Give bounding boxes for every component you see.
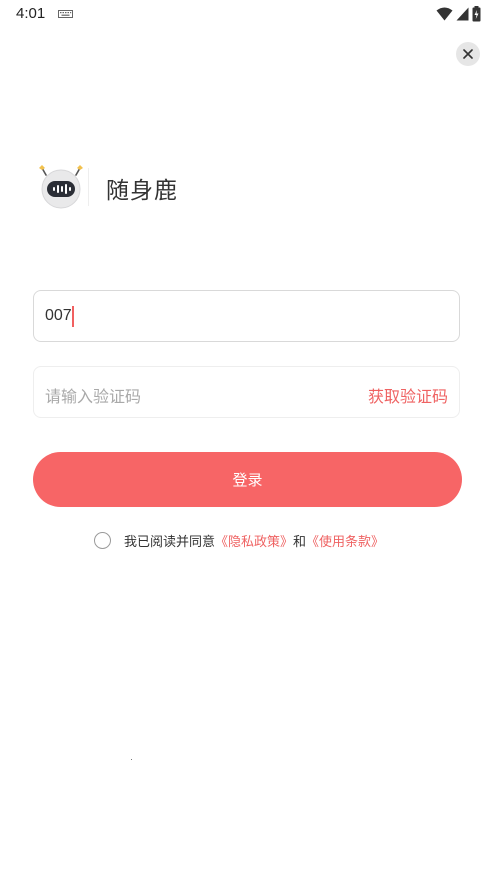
wifi-icon [436,7,453,21]
get-code-button[interactable]: 获取验证码 [368,383,448,407]
terms-of-use-link[interactable]: 《使用条款》 [306,531,384,550]
close-button[interactable] [456,42,480,66]
agreement-checkbox[interactable] [94,531,111,549]
close-icon [463,49,473,59]
logo-divider [88,168,89,206]
keyboard-icon [58,10,73,18]
status-time: 4:01 [16,5,46,22]
app-name: 随身鹿 [106,178,178,204]
stray-dot [131,759,132,760]
robot-avatar-icon [39,165,83,209]
text-cursor [72,306,74,327]
agreement-text: 我已阅读并同意 [124,534,216,550]
privacy-policy-link[interactable]: 《隐私政策》 [215,531,293,550]
phone-input[interactable]: 007 [33,290,460,342]
verification-code-input[interactable]: 请输入验证码 获取验证码 [33,366,460,418]
signal-icon [456,7,469,21]
phone-input-value: 007 [45,307,72,324]
agreement-row: 我已阅读并同意 《隐私政策》 和 《使用条款》 [94,529,384,551]
agreement-connector: 和 [293,534,307,550]
login-button[interactable]: 登录 [33,452,462,507]
status-icons [436,6,481,22]
battery-charging-icon [472,6,481,22]
status-bar: 4:01 [0,0,495,28]
verification-code-placeholder: 请输入验证码 [45,387,142,406]
